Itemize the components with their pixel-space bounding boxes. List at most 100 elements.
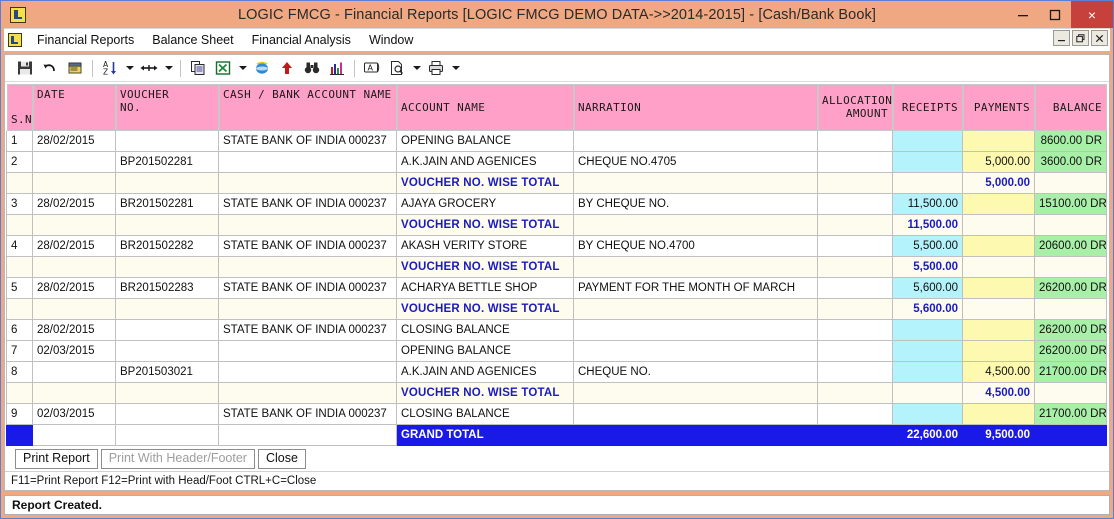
table-row[interactable]: 8 BP201503021 A.K.JAIN AND AGENICES CHEQUE … (6, 361, 1107, 383)
chevron-down-icon[interactable] (162, 57, 175, 79)
cell-date[interactable]: 28/02/2015 (32, 130, 116, 152)
cell-sno[interactable]: 1 (6, 130, 33, 152)
menu-window[interactable]: Window (360, 31, 422, 49)
voucher-total-row[interactable]: VOUCHER NO. WISE TOTAL 4,500.00 (6, 382, 1107, 404)
cell-account[interactable]: AJAYA GROCERY (396, 193, 574, 215)
cell-sno[interactable]: 6 (6, 319, 33, 341)
cell-payments[interactable] (962, 256, 1035, 278)
report-grid[interactable]: S.NO.DATEVOUCHERNO.CASH / BANK ACCOUNT N… (5, 82, 1109, 446)
cell-narration[interactable] (573, 214, 818, 236)
printer-icon[interactable] (424, 57, 448, 79)
cell-balance[interactable] (1034, 256, 1107, 278)
cell-sno[interactable]: 7 (6, 340, 33, 362)
cell-receipts[interactable] (892, 151, 963, 173)
excel-icon[interactable] (211, 57, 235, 79)
cell-cashbank[interactable] (218, 361, 397, 383)
copy-icon[interactable] (186, 57, 210, 79)
minimize-icon[interactable] (1007, 1, 1039, 28)
cell-receipts[interactable] (892, 172, 963, 194)
cell-date[interactable] (32, 172, 116, 194)
cell-date[interactable]: 02/03/2015 (32, 340, 116, 362)
table-row[interactable]: 2 BP201502281 A.K.JAIN AND AGENICES CHEQUE … (6, 151, 1107, 173)
cell-account[interactable]: OPENING BALANCE (396, 340, 574, 362)
undo-icon[interactable] (38, 57, 62, 79)
cell-cashbank[interactable]: STATE BANK OF INDIA 000237 (218, 235, 397, 257)
cell-voucher[interactable] (115, 256, 219, 278)
cell-balance[interactable] (1034, 424, 1107, 446)
cell-cashbank[interactable]: STATE BANK OF INDIA 000237 (218, 130, 397, 152)
cell-receipts[interactable]: 22,600.00 (892, 424, 963, 446)
cell-date[interactable] (32, 424, 116, 446)
cell-allocation[interactable] (817, 319, 893, 341)
menu-financial-analysis[interactable]: Financial Analysis (243, 31, 360, 49)
cell-sno[interactable] (6, 256, 33, 278)
cell-receipts[interactable] (892, 403, 963, 425)
cell-sno[interactable] (6, 424, 33, 446)
cell-narration[interactable] (573, 298, 818, 320)
cell-account[interactable]: CLOSING BALANCE (396, 403, 574, 425)
cell-balance[interactable]: 8600.00 DR (1034, 130, 1107, 152)
column-header-narration[interactable]: NARRATION (573, 83, 818, 131)
column-header-voucher[interactable]: VOUCHER NO. (115, 83, 219, 131)
cell-payments[interactable] (962, 277, 1035, 299)
print-preview-icon[interactable] (385, 57, 409, 79)
up-arrow-icon[interactable] (275, 57, 299, 79)
cell-allocation[interactable] (817, 361, 893, 383)
chevron-down-icon[interactable] (449, 57, 462, 79)
cell-narration[interactable] (573, 403, 818, 425)
resize-columns-icon[interactable] (137, 57, 161, 79)
cell-account[interactable]: VOUCHER NO. WISE TOTAL (396, 298, 574, 320)
cell-voucher[interactable] (115, 298, 219, 320)
menu-financial-reports[interactable]: Financial Reports (28, 31, 143, 49)
cell-cashbank[interactable] (218, 256, 397, 278)
cell-balance[interactable]: 26200.00 DR (1034, 277, 1107, 299)
cell-date[interactable]: 28/02/2015 (32, 319, 116, 341)
cell-receipts[interactable]: 5,600.00 (892, 277, 963, 299)
cell-allocation[interactable] (817, 214, 893, 236)
cell-voucher[interactable] (115, 340, 219, 362)
mdi-close-icon[interactable] (1091, 30, 1108, 46)
voucher-total-row[interactable]: VOUCHER NO. WISE TOTAL 5,000.00 (6, 172, 1107, 194)
column-header-payments[interactable]: PAYMENTS (962, 83, 1035, 131)
cell-cashbank[interactable]: STATE BANK OF INDIA 000237 (218, 277, 397, 299)
cell-receipts[interactable]: 5,600.00 (892, 298, 963, 320)
cell-narration[interactable]: CHEQUE NO.4705 (573, 151, 818, 173)
cell-balance[interactable] (1034, 214, 1107, 236)
cell-receipts[interactable]: 5,500.00 (892, 256, 963, 278)
cell-balance[interactable]: 26200.00 DR (1034, 319, 1107, 341)
cell-balance[interactable] (1034, 382, 1107, 404)
cell-account[interactable]: AKASH VERITY STORE (396, 235, 574, 257)
cell-narration[interactable] (573, 256, 818, 278)
cell-balance[interactable] (1034, 172, 1107, 194)
cell-sno[interactable]: 5 (6, 277, 33, 299)
cell-date[interactable] (32, 214, 116, 236)
cell-account[interactable]: A.K.JAIN AND AGENICES (396, 361, 574, 383)
ie-icon[interactable] (250, 57, 274, 79)
cell-payments[interactable] (962, 340, 1035, 362)
cell-sno[interactable] (6, 382, 33, 404)
cell-account[interactable]: VOUCHER NO. WISE TOTAL (396, 172, 574, 194)
column-header-balance[interactable]: BALANCE (1034, 83, 1107, 131)
print-report-button[interactable]: Print Report (15, 448, 98, 470)
cell-allocation[interactable] (817, 235, 893, 257)
close-button[interactable]: Close (257, 448, 306, 470)
save-icon[interactable] (13, 57, 37, 79)
cell-date[interactable] (32, 298, 116, 320)
cell-payments[interactable] (962, 193, 1035, 215)
cell-allocation[interactable] (817, 424, 893, 446)
cell-cashbank[interactable] (218, 424, 397, 446)
cell-cashbank[interactable] (218, 214, 397, 236)
cell-voucher[interactable] (115, 424, 219, 446)
cell-allocation[interactable] (817, 277, 893, 299)
cell-date[interactable]: 28/02/2015 (32, 193, 116, 215)
cell-cashbank[interactable] (218, 382, 397, 404)
cell-cashbank[interactable] (218, 340, 397, 362)
cell-sno[interactable] (6, 214, 33, 236)
cell-payments[interactable]: 4,500.00 (962, 382, 1035, 404)
voucher-total-row[interactable]: VOUCHER NO. WISE TOTAL 5,500.00 (6, 256, 1107, 278)
cell-date[interactable] (32, 256, 116, 278)
cell-payments[interactable] (962, 403, 1035, 425)
cell-allocation[interactable] (817, 340, 893, 362)
cell-account[interactable]: VOUCHER NO. WISE TOTAL (396, 214, 574, 236)
cell-date[interactable]: 02/03/2015 (32, 403, 116, 425)
